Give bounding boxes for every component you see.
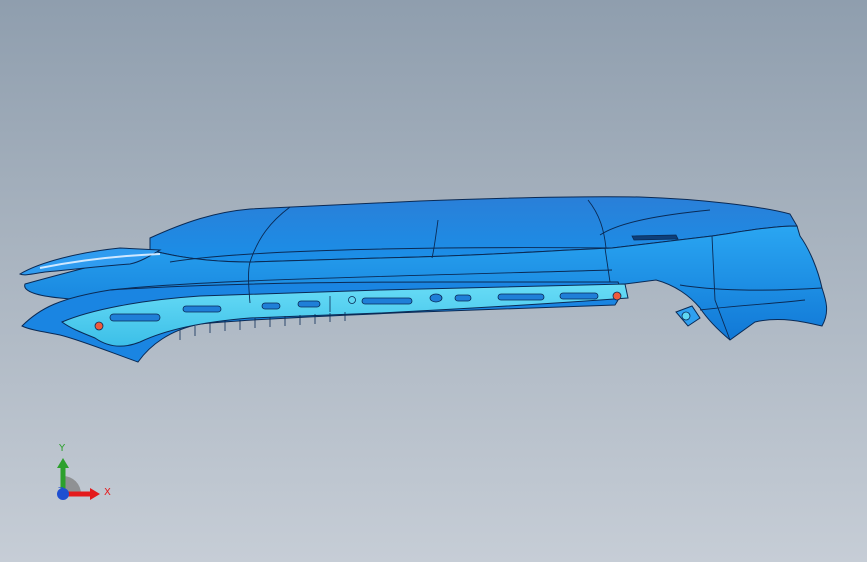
fender-3d-model[interactable]	[0, 0, 867, 562]
y-axis-label: Y	[59, 443, 66, 454]
x-axis-label: X	[104, 487, 111, 498]
cad-viewport[interactable]: Y X Z	[0, 0, 867, 562]
z-axis-label: Z	[58, 486, 64, 495]
mounting-tab	[675, 305, 701, 327]
axis-triad: Y X Z	[40, 436, 120, 516]
triad-graphic	[57, 458, 100, 500]
fender-top-slot	[631, 234, 679, 241]
